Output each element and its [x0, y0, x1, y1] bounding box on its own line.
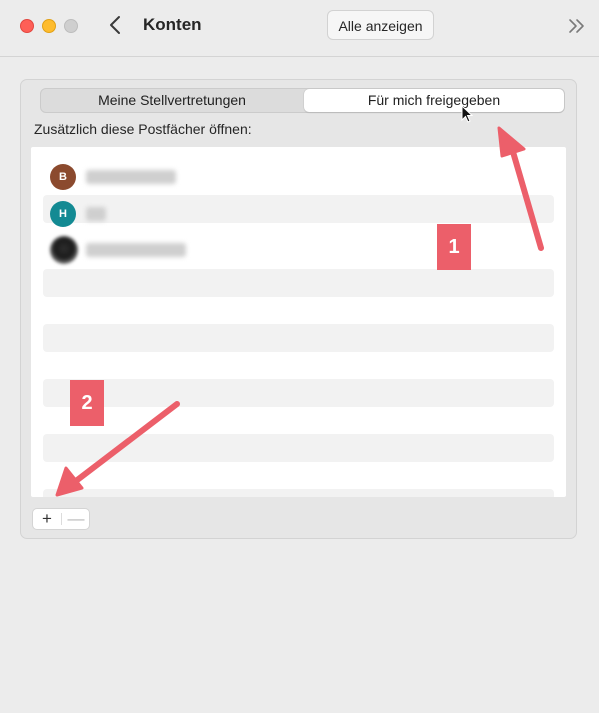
tab-bar: Meine Stellvertretungen Für mich freigeg… [40, 88, 565, 113]
list-row [43, 269, 554, 297]
add-remove-control: + — [32, 508, 90, 530]
list-row[interactable] [43, 195, 554, 223]
add-mailbox-button[interactable]: + [33, 509, 61, 529]
avatar: B [50, 164, 76, 190]
list-row [43, 434, 554, 462]
mailbox-name-redacted[interactable] [86, 170, 176, 184]
mouse-pointer-icon [461, 105, 474, 123]
remove-mailbox-button[interactable]: — [62, 509, 90, 529]
avatar: H [50, 201, 76, 227]
list-row [43, 379, 554, 407]
close-window-button[interactable] [20, 19, 34, 33]
mailbox-list[interactable]: B H [31, 147, 566, 497]
mailbox-name-redacted[interactable] [86, 243, 186, 257]
tab-shared-with-me[interactable]: Für mich freigegeben [304, 89, 564, 112]
tab-my-delegates[interactable]: Meine Stellvertretungen [41, 89, 303, 112]
annotation-callout-1: 1 [437, 224, 471, 270]
show-all-button[interactable]: Alle anzeigen [327, 10, 434, 40]
window-title: Konten [143, 15, 202, 34]
list-row [43, 489, 554, 497]
avatar-photo [50, 236, 78, 264]
annotation-callout-2: 2 [70, 380, 104, 426]
minimize-window-button[interactable] [42, 19, 56, 33]
double-chevron-right-icon[interactable] [566, 16, 588, 36]
back-chevron-icon[interactable] [104, 13, 128, 37]
title-bar: Konten Alle anzeigen [0, 0, 599, 57]
zoom-window-button[interactable] [64, 19, 78, 33]
mailbox-name-redacted[interactable] [86, 207, 106, 221]
section-label: Zusätzlich diese Postfächer öffnen: [34, 121, 252, 137]
list-row [43, 324, 554, 352]
